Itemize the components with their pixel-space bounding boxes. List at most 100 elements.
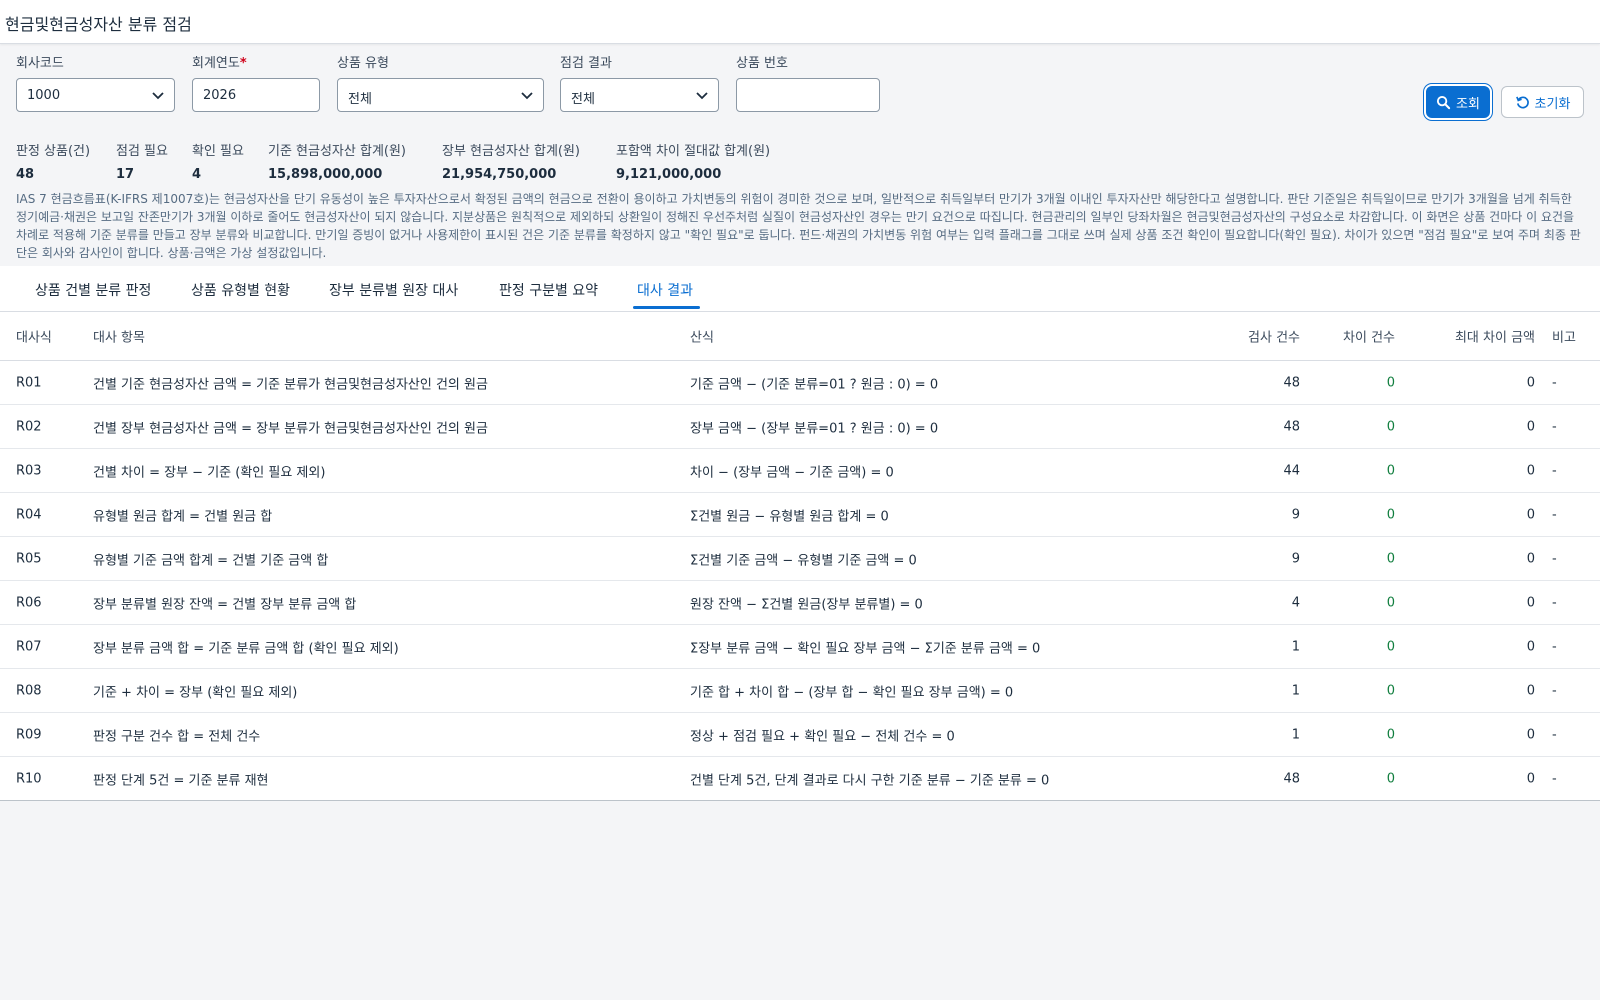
company-code-select[interactable]: 1000 [16, 78, 175, 112]
kpi-book-total: 장부 현금성자산 합계(원) 21,954,750,000 [442, 140, 580, 182]
kpi-value: 15,898,000,000 [268, 167, 383, 182]
row-diff-count: 0 [1386, 683, 1395, 698]
row-max-diff: 0 [1526, 507, 1535, 522]
row-id: R01 [16, 375, 42, 390]
row-id: R09 [16, 727, 42, 742]
row-note: - [1552, 639, 1557, 654]
fiscal-year-value: 2026 [203, 88, 237, 103]
row-max-diff: 0 [1526, 463, 1535, 478]
row-item: 장부 분류별 원장 잔액 = 건별 장부 분류 금액 합 [93, 597, 357, 612]
row-note: - [1552, 419, 1557, 434]
header-diff[interactable]: 차이 건수 [1343, 327, 1395, 346]
row-max-diff: 0 [1526, 727, 1535, 742]
header-count[interactable]: 검사 건수 [1248, 327, 1300, 346]
row-diff-count: 0 [1386, 507, 1395, 522]
kpi-summary: 판정 상품(건) 48 점검 필요 17 확인 필요 4 기준 현금성자산 합계… [0, 140, 900, 182]
row-formula: 장부 금액 − (장부 분류=01 ? 원금 : 0) = 0 [690, 421, 939, 436]
row-count: 9 [1291, 507, 1300, 522]
row-item: 건별 장부 현금성자산 금액 = 장부 분류가 현금및현금성자산인 건의 원금 [93, 421, 488, 436]
row-item: 건별 기준 현금성자산 금액 = 기준 분류가 현금및현금성자산인 건의 원금 [93, 377, 488, 392]
row-max-diff: 0 [1526, 683, 1535, 698]
kpi-label: 기준 현금성자산 합계(원) [268, 144, 407, 159]
table-row[interactable]: R03 건별 차이 = 장부 − 기준 (확인 필요 제외) 차이 − (장부 금액… [0, 449, 1600, 493]
row-max-diff: 0 [1526, 551, 1535, 566]
row-id: R08 [16, 683, 42, 698]
row-diff-count: 0 [1386, 419, 1395, 434]
active-tab-indicator [633, 306, 700, 309]
row-count: 48 [1283, 771, 1300, 786]
row-max-diff: 0 [1526, 419, 1535, 434]
kpi-label: 판정 상품(건) [16, 144, 91, 159]
table-row[interactable]: R05 유형별 기준 금액 합계 = 건별 기준 금액 합 Σ건별 기준 금액 − … [0, 537, 1600, 581]
row-formula: Σ건별 기준 금액 − 유형별 기준 금액 = 0 [690, 553, 917, 568]
kpi-judged-products: 판정 상품(건) 48 [16, 140, 90, 182]
table-row[interactable]: R08 기준 + 차이 = 장부 (확인 필요 제외) 기준 합 + 차이 합 − … [0, 669, 1600, 713]
row-diff-count: 0 [1386, 595, 1395, 610]
tab-reconciliation-result[interactable]: 대사 결과 [637, 280, 693, 300]
row-item: 건별 차이 = 장부 − 기준 (확인 필요 제외) [93, 465, 326, 480]
kpi-label: 점검 필요 [116, 144, 168, 159]
filter-bar: 회사코드 1000 회계연도* 2026 상품 유형 전체 점검 결과 전체 상… [0, 44, 1600, 134]
row-note: - [1552, 771, 1557, 786]
row-count: 1 [1291, 683, 1300, 698]
row-note: - [1552, 683, 1557, 698]
kpi-label: 포함액 차이 절대값 합계(원) [616, 144, 771, 159]
row-max-diff: 0 [1526, 595, 1535, 610]
header-id[interactable]: 대사식 [16, 327, 52, 346]
page-title: 현금및현금성자산 분류 점검 [5, 15, 192, 34]
row-formula: 정상 + 점검 필요 + 확인 필요 − 전체 건수 = 0 [690, 729, 955, 744]
required-mark: * [239, 56, 247, 71]
header-note[interactable]: 비고 [1552, 327, 1576, 346]
tab-bar: 상품 건별 분류 판정 상품 유형별 현황 장부 분류별 원장 대사 판정 구분… [0, 266, 1600, 312]
search-icon [1436, 95, 1451, 109]
row-note: - [1552, 551, 1557, 566]
row-diff-count: 0 [1386, 551, 1395, 566]
search-button[interactable]: 조회 [1426, 86, 1490, 118]
product-number-label: 상품 번호 [736, 56, 788, 71]
kpi-confirm-needed: 확인 필요 4 [192, 140, 244, 182]
product-type-select[interactable]: 전체 [337, 78, 544, 112]
search-button-label: 조회 [1456, 96, 1480, 112]
tab-ledger-reconciliation[interactable]: 장부 분류별 원장 대사 [329, 280, 458, 300]
kpi-label: 확인 필요 [192, 144, 244, 159]
header-max-diff[interactable]: 최대 차이 금액 [1455, 327, 1535, 346]
row-count: 1 [1291, 639, 1300, 654]
tab-item-classification[interactable]: 상품 건별 분류 판정 [35, 280, 151, 300]
table-row[interactable]: R10 판정 단계 5건 = 기준 분류 재현 건별 단계 5건, 단계 결과로 다… [0, 757, 1600, 800]
table-row[interactable]: R09 판정 구분 건수 합 = 전체 건수 정상 + 점검 필요 + 확인 필요 … [0, 713, 1600, 757]
tab-judgment-summary[interactable]: 판정 구분별 요약 [499, 280, 598, 300]
row-formula: 건별 단계 5건, 단계 결과로 다시 구한 기준 분류 − 기준 분류 = 0 [690, 773, 1050, 788]
kpi-standard-total: 기준 현금성자산 합계(원) 15,898,000,000 [268, 140, 406, 182]
company-code-label: 회사코드 [16, 56, 64, 71]
product-number-input[interactable] [736, 78, 880, 112]
table-row[interactable]: R02 건별 장부 현금성자산 금액 = 장부 분류가 현금및현금성자산인 건의 … [0, 405, 1600, 449]
reset-button[interactable]: 초기화 [1501, 86, 1584, 118]
row-diff-count: 0 [1386, 771, 1395, 786]
header-formula[interactable]: 산식 [690, 327, 714, 346]
row-count: 9 [1291, 551, 1300, 566]
check-result-select[interactable]: 전체 [560, 78, 719, 112]
row-id: R04 [16, 507, 42, 522]
fiscal-year-label: 회계연도* [192, 56, 247, 71]
row-diff-count: 0 [1386, 463, 1395, 478]
table-row[interactable]: R07 장부 분류 금액 합 = 기준 분류 금액 합 (확인 필요 제외) Σ장부… [0, 625, 1600, 669]
product-type-label: 상품 유형 [337, 56, 389, 71]
row-count: 4 [1291, 595, 1300, 610]
table-row[interactable]: R01 건별 기준 현금성자산 금액 = 기준 분류가 현금및현금성자산인 건의 … [0, 361, 1600, 405]
row-count: 1 [1291, 727, 1300, 742]
row-diff-count: 0 [1386, 375, 1395, 390]
row-count: 44 [1283, 463, 1300, 478]
header-item[interactable]: 대사 항목 [93, 327, 145, 346]
kpi-value: 48 [16, 167, 35, 182]
table-body: R01 건별 기준 현금성자산 금액 = 기준 분류가 현금및현금성자산인 건의 … [0, 361, 1600, 800]
table-row[interactable]: R04 유형별 원금 합계 = 건별 원금 합 Σ건별 원금 − 유형별 원금 합계… [0, 493, 1600, 537]
table-row[interactable]: R06 장부 분류별 원장 잔액 = 건별 장부 분류 금액 합 원장 잔액 − Σ… [0, 581, 1600, 625]
reset-button-label: 초기화 [1534, 96, 1571, 112]
tab-type-status[interactable]: 상품 유형별 현황 [191, 280, 290, 300]
kpi-value: 17 [116, 167, 135, 182]
reset-icon [1515, 95, 1529, 108]
row-formula: 기준 금액 − (기준 분류=01 ? 원금 : 0) = 0 [690, 377, 939, 392]
row-id: R05 [16, 551, 42, 566]
row-id: R03 [16, 463, 42, 478]
fiscal-year-input[interactable]: 2026 [192, 78, 320, 112]
